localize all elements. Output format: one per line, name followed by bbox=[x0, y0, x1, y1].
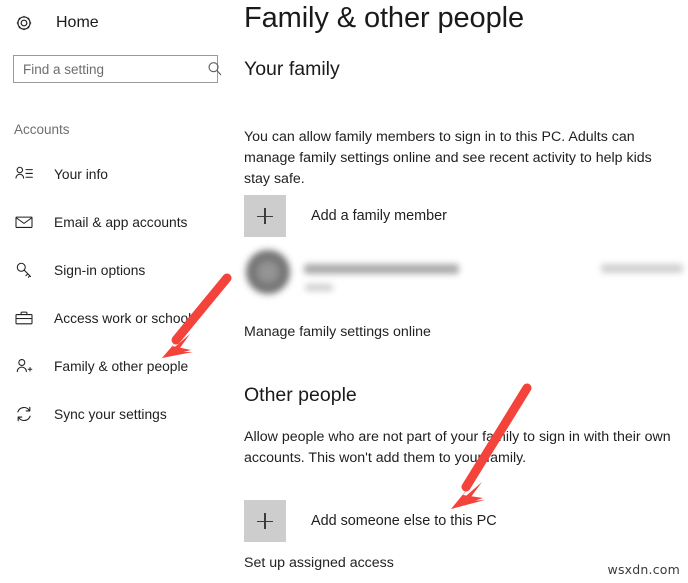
plus-icon bbox=[244, 500, 286, 542]
family-account-row[interactable] bbox=[244, 246, 688, 300]
sidebar-item-home[interactable]: Home bbox=[13, 8, 99, 38]
sidebar-item-email-app-accounts[interactable]: Email & app accounts bbox=[0, 205, 232, 239]
manage-family-settings-online-link[interactable]: Manage family settings online bbox=[244, 324, 431, 340]
search-setting-box[interactable] bbox=[13, 55, 222, 83]
sidebar-group-title: Accounts bbox=[14, 122, 70, 137]
sidebar-item-label: Access work or school bbox=[54, 310, 192, 326]
search-input[interactable] bbox=[14, 56, 206, 82]
avatar bbox=[246, 250, 290, 294]
settings-sidebar: Home Accounts Your info bbox=[0, 0, 232, 583]
user-plus-icon bbox=[14, 356, 34, 376]
add-a-family-member-label: Add a family member bbox=[311, 208, 447, 224]
watermark: wsxdn.com bbox=[607, 562, 680, 577]
account-role-blurred bbox=[305, 284, 333, 291]
sidebar-item-family-other-people[interactable]: Family & other people bbox=[0, 349, 232, 383]
sync-refresh-icon bbox=[14, 404, 34, 424]
sidebar-item-label: Email & app accounts bbox=[54, 214, 188, 230]
add-a-family-member-button[interactable]: Add a family member bbox=[244, 195, 447, 237]
sidebar-item-sync-your-settings[interactable]: Sync your settings bbox=[0, 397, 232, 431]
account-email-blurred bbox=[304, 264, 459, 274]
search-icon[interactable] bbox=[206, 60, 224, 78]
other-people-description: Allow people who are not part of your fa… bbox=[244, 429, 671, 466]
other-people-heading: Other people bbox=[244, 384, 357, 406]
briefcase-icon bbox=[14, 308, 34, 328]
add-someone-else-label: Add someone else to this PC bbox=[311, 513, 497, 529]
sidebar-home-label: Home bbox=[56, 14, 99, 31]
sidebar-item-label: Sign-in options bbox=[54, 262, 146, 278]
user-lines-icon bbox=[14, 164, 34, 184]
set-up-assigned-access-link[interactable]: Set up assigned access bbox=[244, 555, 394, 571]
sidebar-item-label: Family & other people bbox=[54, 358, 189, 374]
account-status-blurred bbox=[601, 264, 683, 273]
envelope-icon bbox=[14, 212, 34, 232]
gear-icon bbox=[13, 12, 35, 34]
sidebar-item-access-work-or-school[interactable]: Access work or school bbox=[0, 301, 232, 335]
add-someone-else-to-this-pc-button[interactable]: Add someone else to this PC bbox=[244, 500, 497, 542]
plus-icon bbox=[244, 195, 286, 237]
key-icon bbox=[14, 260, 34, 280]
your-family-description: You can allow family members to sign in … bbox=[244, 129, 652, 187]
settings-content-pane: Family & other people Your family You ca… bbox=[244, 0, 688, 583]
your-family-heading: Your family bbox=[244, 58, 340, 80]
page-title: Family & other people bbox=[244, 2, 524, 34]
sidebar-item-label: Sync your settings bbox=[54, 406, 167, 422]
sidebar-item-your-info[interactable]: Your info bbox=[0, 157, 232, 191]
sidebar-item-label: Your info bbox=[54, 166, 108, 182]
sidebar-item-sign-in-options[interactable]: Sign-in options bbox=[0, 253, 232, 287]
